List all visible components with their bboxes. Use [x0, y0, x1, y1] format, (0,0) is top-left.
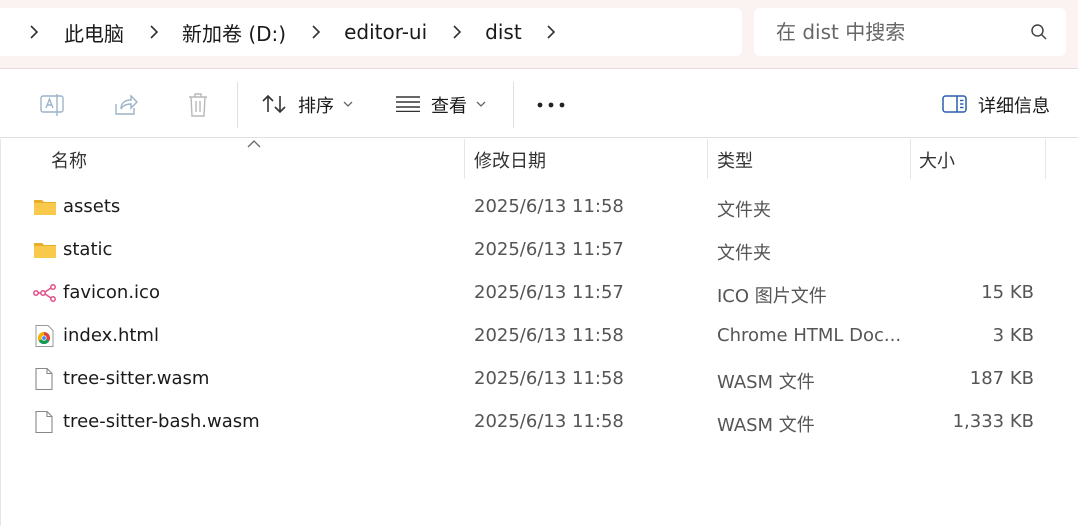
file-type: 文件夹	[717, 243, 771, 264]
more-options-button[interactable]	[530, 84, 572, 124]
file-name: assets	[63, 196, 121, 217]
search-box[interactable]	[754, 8, 1066, 56]
address-bar-area: 此电脑 新加卷 (D:) editor-ui dist	[0, 0, 1078, 69]
file-date: 2025/6/13 11:58	[474, 368, 624, 389]
column-header-size[interactable]: 大小	[919, 147, 955, 173]
sort-button[interactable]: 排序	[255, 80, 365, 128]
sort-label: 排序	[298, 96, 334, 117]
details-pane-button[interactable]: 详细信息	[936, 80, 1066, 128]
file-size: 15 KB	[981, 282, 1034, 303]
breadcrumb[interactable]: 此电脑 新加卷 (D:) editor-ui dist	[0, 8, 742, 56]
folder-icon	[34, 200, 56, 215]
sort-arrows-icon	[262, 94, 286, 114]
file-size: 3 KB	[992, 325, 1034, 346]
file-row[interactable]: index.html 2025/6/13 11:58 Chrome HTML D…	[0, 315, 1078, 358]
column-divider[interactable]	[910, 139, 911, 179]
file-row[interactable]: tree-sitter.wasm 2025/6/13 11:58 WASM 文件…	[0, 358, 1078, 401]
file-name: favicon.ico	[63, 282, 160, 303]
column-header-type[interactable]: 类型	[717, 147, 753, 173]
share-icon[interactable]	[113, 92, 139, 118]
chevron-down-icon	[476, 101, 486, 107]
file-date: 2025/6/13 11:58	[474, 411, 624, 432]
file-name: tree-sitter.wasm	[63, 368, 210, 389]
view-list-icon	[396, 96, 420, 112]
file-size: 187 KB	[969, 368, 1034, 389]
folder-icon	[34, 243, 56, 258]
chevron-right-icon[interactable]	[449, 24, 465, 40]
chevron-down-icon	[343, 101, 353, 107]
file-date: 2025/6/13 11:57	[474, 239, 624, 260]
breadcrumb-item-editor-ui[interactable]: editor-ui	[344, 20, 427, 44]
toolbar-divider	[237, 82, 238, 128]
ico-file-icon	[33, 284, 56, 302]
chevron-right-icon[interactable]	[308, 24, 324, 40]
breadcrumb-item-drive-d[interactable]: 新加卷 (D:)	[182, 18, 286, 47]
breadcrumb-item-this-pc[interactable]: 此电脑	[64, 18, 124, 47]
file-icon	[35, 411, 53, 433]
file-size: 1,333 KB	[952, 411, 1034, 432]
file-type: WASM 文件	[717, 415, 815, 436]
file-date: 2025/6/13 11:58	[474, 196, 624, 217]
details-pane-icon	[942, 95, 967, 113]
file-row[interactable]: favicon.ico 2025/6/13 11:57 ICO 图片文件 15 …	[0, 272, 1078, 315]
chevron-right-icon[interactable]	[26, 24, 42, 40]
file-type: ICO 图片文件	[717, 286, 827, 307]
left-edge-line	[0, 139, 1, 526]
toolbar-divider	[513, 82, 514, 128]
rename-icon[interactable]	[40, 92, 66, 118]
column-header-date[interactable]: 修改日期	[474, 147, 546, 173]
more-dots-icon	[537, 102, 565, 108]
details-label: 详细信息	[978, 96, 1050, 117]
file-date: 2025/6/13 11:57	[474, 282, 624, 303]
file-date: 2025/6/13 11:58	[474, 325, 624, 346]
file-type: WASM 文件	[717, 372, 815, 393]
column-divider[interactable]	[1045, 139, 1046, 179]
sort-ascending-icon	[247, 140, 261, 148]
file-type: 文件夹	[717, 200, 771, 221]
file-row[interactable]: assets 2025/6/13 11:58 文件夹	[0, 186, 1078, 229]
chevron-right-icon[interactable]	[544, 24, 560, 40]
command-bar: 排序 查看 详细信息	[0, 70, 1078, 138]
file-name: tree-sitter-bash.wasm	[63, 411, 260, 432]
file-name: static	[63, 239, 113, 260]
view-button[interactable]: 查看	[390, 80, 500, 128]
file-icon	[35, 368, 53, 390]
column-divider[interactable]	[464, 139, 465, 179]
chrome-html-icon	[35, 325, 54, 347]
file-row[interactable]: tree-sitter-bash.wasm 2025/6/13 11:58 WA…	[0, 401, 1078, 444]
file-type: Chrome HTML Doc...	[717, 325, 902, 346]
search-icon[interactable]	[1030, 23, 1048, 41]
view-label: 查看	[431, 96, 467, 117]
delete-icon[interactable]	[185, 92, 211, 118]
breadcrumb-item-dist[interactable]: dist	[485, 20, 522, 44]
file-row[interactable]: static 2025/6/13 11:57 文件夹	[0, 229, 1078, 272]
search-input[interactable]	[776, 20, 1016, 44]
chevron-right-icon[interactable]	[146, 24, 162, 40]
column-header-row: 名称 修改日期 类型 大小	[0, 139, 1078, 181]
file-name: index.html	[63, 325, 159, 346]
column-divider[interactable]	[707, 139, 708, 179]
column-header-name[interactable]: 名称	[51, 147, 87, 173]
